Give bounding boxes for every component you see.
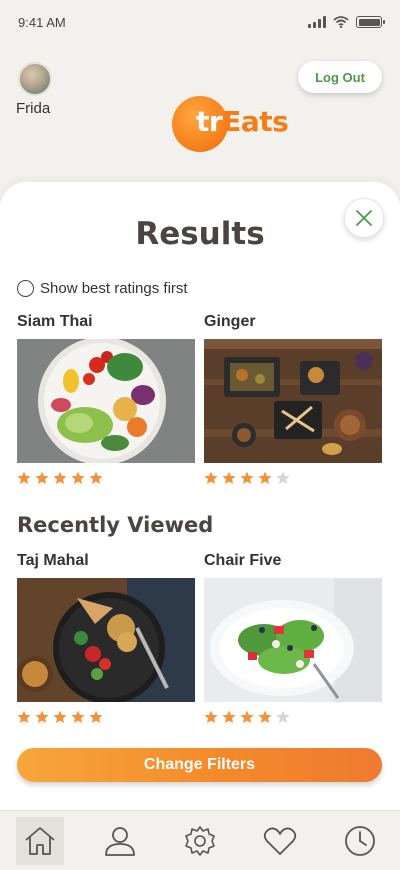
restaurant-card[interactable]: Siam Thai — [17, 313, 195, 485]
restaurant-name: Ginger — [204, 313, 256, 330]
star-filled-icon — [222, 710, 236, 723]
rating-stars — [17, 471, 195, 485]
logo-text-rest: Eats — [222, 105, 289, 138]
star-filled-icon — [53, 471, 67, 484]
star-filled-icon — [71, 471, 85, 484]
star-filled-icon — [240, 710, 254, 723]
star-empty-icon — [276, 471, 290, 484]
star-filled-icon — [240, 471, 254, 484]
tab-favorites[interactable] — [256, 817, 304, 865]
battery-icon — [356, 16, 385, 28]
tab-settings[interactable] — [176, 817, 224, 865]
star-filled-icon — [17, 710, 31, 723]
star-filled-icon — [204, 471, 218, 484]
food-photo — [204, 578, 382, 702]
section-title-recently-viewed: Recently Viewed — [17, 513, 214, 537]
rating-stars — [204, 471, 382, 485]
restaurant-name: Chair Five — [204, 552, 282, 569]
restaurant-name: Siam Thai — [17, 313, 93, 330]
clock-icon — [345, 825, 375, 856]
tab-bar — [0, 810, 400, 870]
food-photo — [17, 578, 195, 702]
rating-stars — [204, 710, 382, 724]
tab-profile[interactable] — [96, 817, 144, 865]
gear-icon — [185, 825, 215, 856]
user-icon — [105, 826, 135, 856]
star-filled-icon — [71, 710, 85, 723]
restaurant-card[interactable]: Ginger — [204, 313, 382, 485]
status-time: 9:41 AM — [18, 14, 66, 30]
tab-home[interactable] — [16, 816, 64, 865]
status-bar: 9:41 AM — [0, 0, 400, 44]
status-icons — [308, 16, 385, 28]
change-filters-button[interactable]: Change Filters — [17, 748, 382, 782]
tab-history[interactable] — [336, 817, 384, 865]
star-filled-icon — [89, 710, 103, 723]
app-logo: trEats — [172, 96, 289, 152]
sort-best-ratings-option[interactable]: Show best ratings first — [17, 280, 188, 297]
page-title: Results — [135, 216, 265, 252]
wifi-icon — [333, 16, 349, 28]
rating-stars — [17, 710, 195, 724]
restaurant-card[interactable]: Taj Mahal — [17, 552, 195, 724]
star-filled-icon — [258, 710, 272, 723]
food-photo — [204, 339, 382, 463]
restaurant-card[interactable]: Chair Five — [204, 552, 382, 724]
food-photo — [17, 339, 195, 463]
user-name: Frida — [16, 100, 51, 117]
home-icon — [25, 826, 55, 855]
star-empty-icon — [276, 710, 290, 723]
star-filled-icon — [53, 710, 67, 723]
star-filled-icon — [89, 471, 103, 484]
logo-text: trEats — [196, 105, 289, 138]
heart-icon — [263, 827, 297, 855]
star-filled-icon — [17, 471, 31, 484]
user-profile[interactable]: Frida — [16, 62, 76, 117]
star-filled-icon — [35, 471, 49, 484]
star-filled-icon — [35, 710, 49, 723]
sort-option-label: Show best ratings first — [40, 280, 188, 297]
avatar — [18, 62, 52, 96]
star-filled-icon — [258, 471, 272, 484]
star-filled-icon — [204, 710, 218, 723]
star-filled-icon — [222, 471, 236, 484]
restaurant-name: Taj Mahal — [17, 552, 89, 569]
signal-icon — [308, 16, 326, 28]
logo-text-first: tr — [196, 105, 223, 138]
radio-button[interactable] — [17, 280, 34, 297]
logout-button[interactable]: Log Out — [298, 61, 382, 93]
